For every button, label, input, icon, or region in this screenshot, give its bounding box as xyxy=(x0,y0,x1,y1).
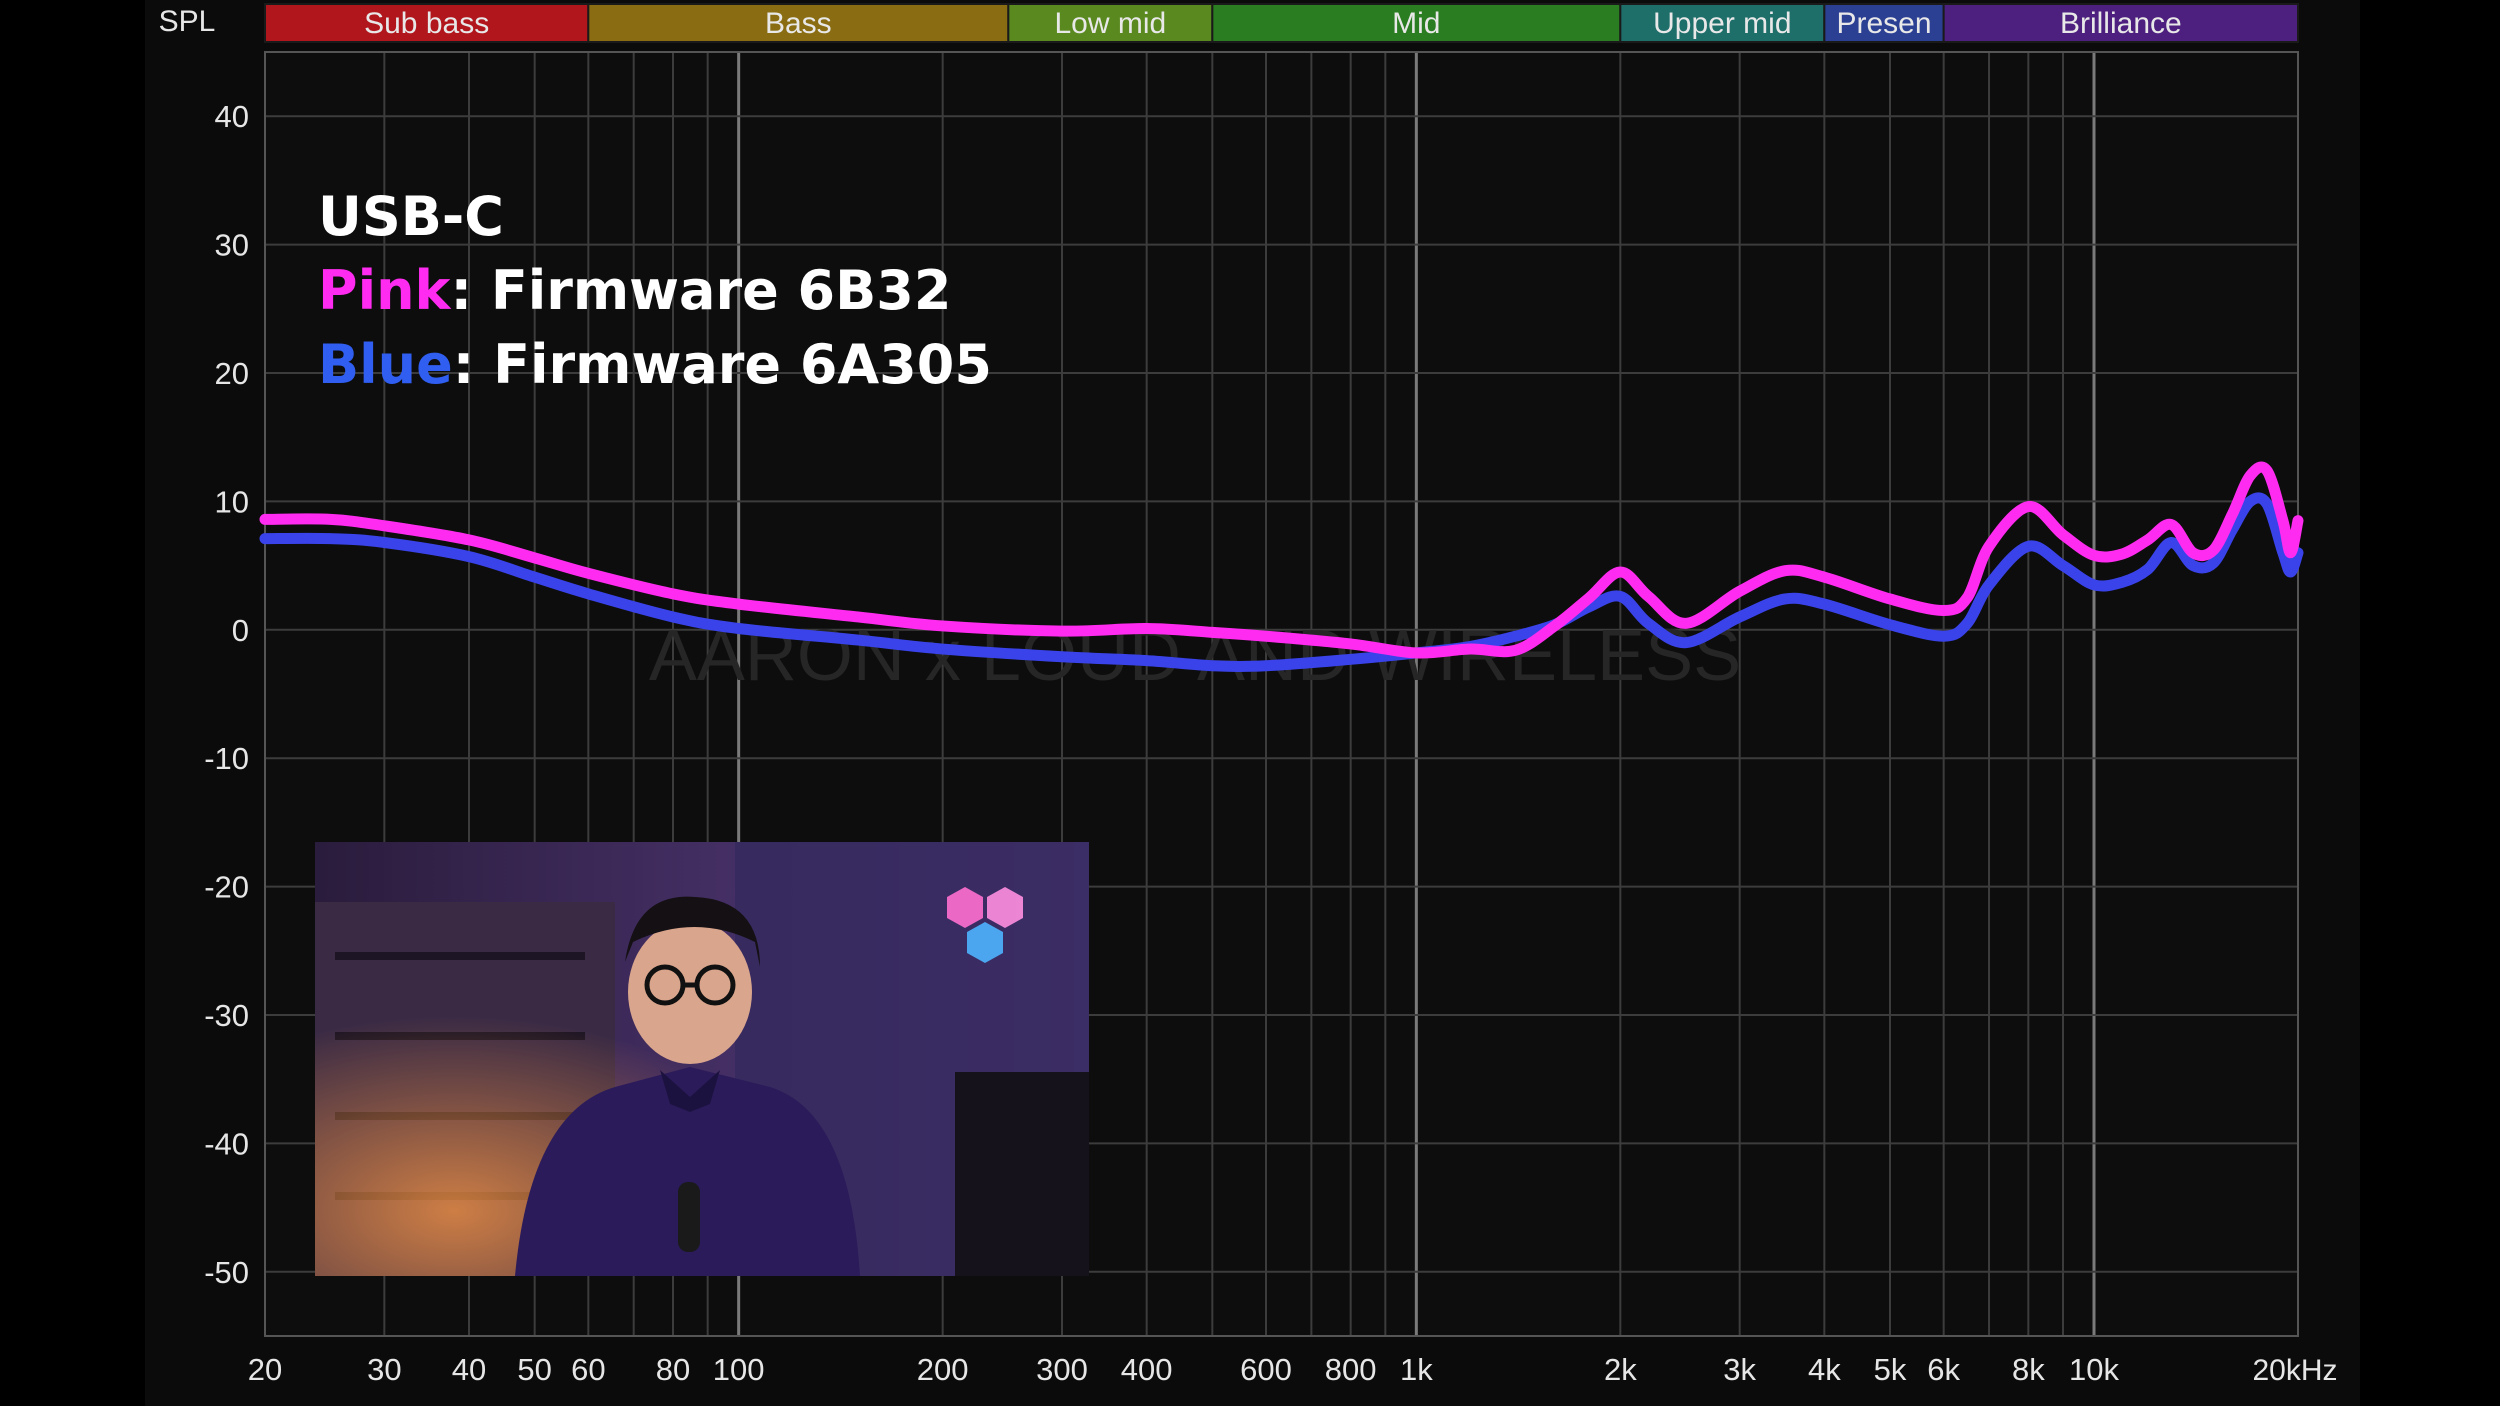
webcam-overlay xyxy=(315,842,1089,1276)
legend-blue-text: : Firmware 6A305 xyxy=(452,333,992,396)
legend-pink-text: : Firmware 6B32 xyxy=(450,259,952,322)
x-tick-label: 4k xyxy=(1808,1352,1841,1387)
x-tick-label: 100 xyxy=(713,1352,765,1387)
x-tick-label: 400 xyxy=(1121,1352,1173,1387)
y-tick-label: 20 xyxy=(215,356,249,391)
x-tick-label: 60 xyxy=(571,1352,605,1387)
band-label: Bass xyxy=(765,7,832,40)
band-label: Upper mid xyxy=(1653,7,1791,40)
x-tick-label: 8k xyxy=(2012,1352,2045,1387)
x-tick-label: 3k xyxy=(1723,1352,1756,1387)
x-tick-label: 600 xyxy=(1240,1352,1292,1387)
legend-overlay: USB-C Pink: Firmware 6B32 Blue: Firmware… xyxy=(318,180,992,402)
x-tick-label: 6k xyxy=(1927,1352,1960,1387)
x-tick-label: 2k xyxy=(1604,1352,1637,1387)
x-tick-label: 40 xyxy=(452,1352,486,1387)
x-tick-label: 30 xyxy=(367,1352,401,1387)
x-tick-label: 200 xyxy=(917,1352,969,1387)
x-tick-label: 20 xyxy=(248,1352,282,1387)
legend-entry-pink: Pink: Firmware 6B32 xyxy=(318,254,992,328)
y-tick-label: -30 xyxy=(204,998,249,1033)
y-tick-label: 0 xyxy=(232,613,249,648)
y-tick-label: -20 xyxy=(204,870,249,905)
band-label: Presen xyxy=(1836,7,1931,40)
x-tick-label: 1k xyxy=(1400,1352,1433,1387)
x-unit-label: 20kHz xyxy=(2252,1354,2337,1387)
x-tick-label: 300 xyxy=(1036,1352,1088,1387)
y-tick-label: 30 xyxy=(215,228,249,263)
frequency-band-bar: Sub bass Bass Low mid Mid Upper mid Presen Bri… xyxy=(264,3,2299,43)
x-tick-label: 5k xyxy=(1874,1352,1907,1387)
legend-title: USB-C xyxy=(318,185,504,248)
x-tick-labels: 20 30 40 50 60 80 100 200 300 400 600 800 1k 2k 3k 4k 5k… xyxy=(248,1352,2120,1387)
y-tick-label: -40 xyxy=(204,1126,249,1161)
band-label: Sub bass xyxy=(364,7,489,40)
x-tick-label: 50 xyxy=(517,1352,551,1387)
legend-entry-blue: Blue: Firmware 6A305 xyxy=(318,328,992,402)
y-tick-labels: 40 30 20 10 0 -10 -20 -30 -40 -50 xyxy=(204,99,249,1290)
band-label: Mid xyxy=(1392,7,1440,40)
x-tick-label: 80 xyxy=(656,1352,690,1387)
legend-blue-word: Blue xyxy=(318,333,453,396)
y-tick-label: -50 xyxy=(204,1255,249,1290)
y-tick-label: 10 xyxy=(215,484,249,519)
band-label: Brilliance xyxy=(2060,7,2182,40)
x-tick-label: 10k xyxy=(2069,1352,2119,1387)
y-tick-label: 40 xyxy=(215,99,249,134)
x-tick-label: 800 xyxy=(1325,1352,1377,1387)
band-label: Low mid xyxy=(1054,7,1166,40)
legend-pink-word: Pink xyxy=(318,259,451,322)
y-tick-label: -10 xyxy=(204,741,249,776)
y-axis-label: SPL xyxy=(159,5,216,38)
